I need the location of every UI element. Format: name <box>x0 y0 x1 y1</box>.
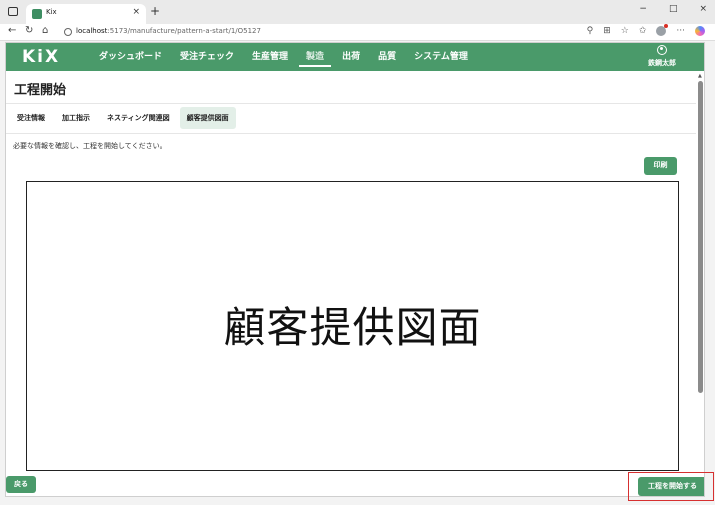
url-field[interactable]: localhost:5173/manufacture/pattern-a-sta… <box>60 26 580 39</box>
app-header: KiX ダッシュボード 受注チェック 生産管理 製造 出荷 品質 システム管理 … <box>6 43 704 71</box>
site-info-icon[interactable] <box>64 28 72 36</box>
content-tabs: 受注情報 加工指示 ネスティング関連図 顧客提供図面 <box>10 107 239 129</box>
user-menu[interactable]: 鉄鋼太郎 <box>642 45 682 68</box>
url-text: localhost:5173/manufacture/pattern-a-sta… <box>76 27 261 35</box>
nav-item-order-check[interactable]: 受注チェック <box>173 43 241 71</box>
browser-tab[interactable]: Kix × <box>26 4 146 24</box>
back-button[interactable]: 戻る <box>6 476 36 493</box>
favorite-star-icon[interactable]: ☆ <box>621 26 629 36</box>
customer-drawing-viewer: 顧客提供図面 <box>26 181 679 471</box>
tab-close-icon[interactable]: × <box>132 7 140 17</box>
url-host: localhost <box>76 27 108 35</box>
split-screen-icon[interactable]: ⊞ <box>603 26 611 36</box>
highlight-annotation <box>628 472 714 501</box>
nav-item-manufacture[interactable]: 製造 <box>299 43 332 71</box>
nav-item-system[interactable]: システム管理 <box>407 43 475 71</box>
window-menu-icon[interactable] <box>8 7 18 16</box>
home-icon[interactable]: ⌂ <box>42 25 48 36</box>
nav-item-dashboard[interactable]: ダッシュボード <box>92 43 169 71</box>
nav-item-quality[interactable]: 品質 <box>371 43 403 71</box>
browser-toolbar: ⚲ ⊞ ☆ ✩ ··· <box>587 24 705 36</box>
search-page-icon[interactable]: ⚲ <box>587 26 594 36</box>
address-bar: ← ↻ ⌂ localhost:5173/manufacture/pattern… <box>0 24 715 41</box>
page-title: 工程開始 <box>14 83 67 98</box>
divider <box>6 133 696 134</box>
user-name: 鉄鋼太郎 <box>648 59 676 67</box>
close-window-button[interactable]: × <box>699 4 707 14</box>
copilot-icon[interactable] <box>695 26 705 36</box>
browser-tabstrip: Kix × + − □ × <box>0 0 715 24</box>
tab-order-info[interactable]: 受注情報 <box>10 107 52 129</box>
tab-customer-drawing[interactable]: 顧客提供図面 <box>179 107 236 129</box>
nav-item-shipping[interactable]: 出荷 <box>335 43 367 71</box>
tab-title: Kix <box>46 8 57 16</box>
maximize-button[interactable]: □ <box>669 4 678 14</box>
reload-icon[interactable]: ↻ <box>25 25 33 36</box>
nav-item-production[interactable]: 生産管理 <box>245 43 295 71</box>
app-viewport: KiX ダッシュボード 受注チェック 生産管理 製造 出荷 品質 システム管理 … <box>5 42 705 497</box>
favorites-icon[interactable]: ✩ <box>639 26 647 36</box>
instructions-text: 必要な情報を確認し、工程を開始してください。 <box>13 142 167 150</box>
tab-processing-instructions[interactable]: 加工指示 <box>55 107 97 129</box>
back-arrow-icon[interactable]: ← <box>8 25 16 36</box>
main-nav: ダッシュボード 受注チェック 生産管理 製造 出荷 品質 システム管理 <box>92 43 479 71</box>
browser-window: Kix × + − □ × ← ↻ ⌂ localhost:5173/manuf… <box>0 0 715 505</box>
tab-nesting-diagram[interactable]: ネスティング関連図 <box>100 107 177 129</box>
divider <box>6 103 696 104</box>
url-path: :5173/manufacture/pattern-a-start/1/O512… <box>107 27 261 35</box>
user-icon <box>657 45 667 55</box>
scrollbar[interactable]: ▲ <box>697 73 704 496</box>
kix-logo[interactable]: KiX <box>22 47 60 67</box>
print-button[interactable]: 印刷 <box>644 157 677 175</box>
window-controls: − □ × <box>639 4 707 14</box>
drawing-placeholder-label: 顧客提供図面 <box>223 303 482 352</box>
kix-favicon-icon <box>32 9 42 19</box>
new-tab-button[interactable]: + <box>150 4 160 18</box>
scroll-up-icon[interactable]: ▲ <box>698 73 702 79</box>
minimize-button[interactable]: − <box>639 4 647 14</box>
scroll-thumb[interactable] <box>698 81 703 393</box>
more-menu-icon[interactable]: ··· <box>676 26 685 36</box>
profile-icon[interactable] <box>656 24 669 36</box>
